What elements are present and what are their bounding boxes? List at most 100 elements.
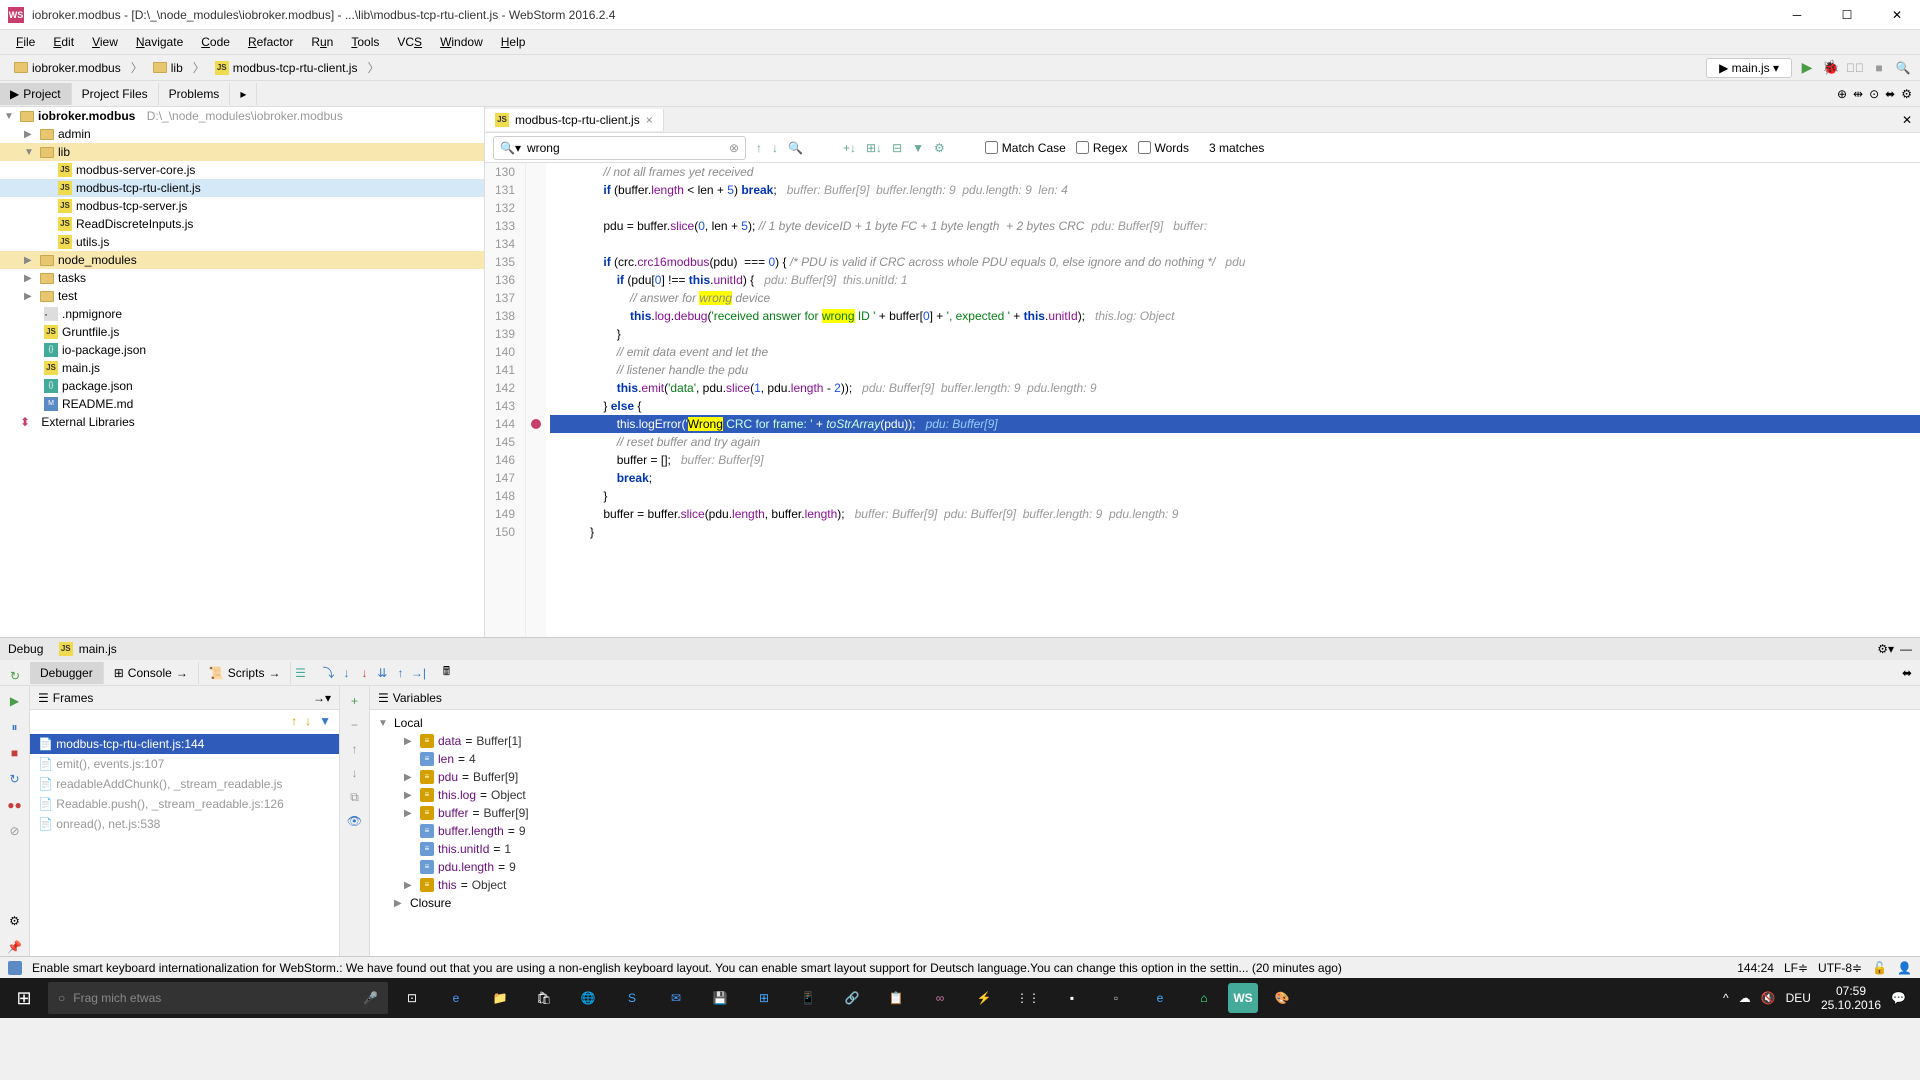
close-button[interactable]: ✕ (1882, 8, 1912, 22)
close-tab-icon[interactable]: × (646, 113, 653, 127)
evaluate-icon[interactable]: 🖩 (437, 664, 455, 682)
step-into-my-icon[interactable]: ↓ (355, 664, 373, 682)
variable-item[interactable]: ≡ buffer.length = 9 (374, 822, 1916, 840)
app-icon[interactable]: ⌂ (1184, 980, 1224, 1016)
menu-navigate[interactable]: Navigate (128, 33, 191, 51)
skype-icon[interactable]: S (612, 980, 652, 1016)
select-all-icon[interactable]: ⊞↓ (866, 141, 882, 155)
project-tree[interactable]: ▼iobroker.modbus D:\_\node_modules\iobro… (0, 107, 485, 637)
stop2-button[interactable]: ■ (1870, 59, 1888, 77)
add-selection-icon[interactable]: +↓ (843, 141, 856, 155)
next-match-icon[interactable]: ↓ (772, 141, 778, 155)
app-icon[interactable]: ▫ (1096, 980, 1136, 1016)
chrome-icon[interactable]: 🌐 (568, 980, 608, 1016)
gear-icon[interactable]: ⚙ (6, 912, 24, 930)
frame-item[interactable]: 📄 onread(), net.js:538 (30, 814, 339, 834)
edge-icon[interactable]: e (436, 980, 476, 1016)
locate-icon[interactable]: ⊙ (1869, 87, 1879, 101)
variable-item[interactable]: ≡ pdu.length = 9 (374, 858, 1916, 876)
app-icon[interactable]: ⊞ (744, 980, 784, 1016)
store-icon[interactable]: 🛍 (524, 980, 564, 1016)
info-icon[interactable] (8, 961, 22, 975)
regex-check[interactable]: Regex (1076, 141, 1128, 155)
vs-icon[interactable]: ∞ (920, 980, 960, 1016)
debug-button[interactable]: 🐞 (1822, 59, 1840, 77)
onedrive-icon[interactable]: ☁ (1739, 991, 1751, 1005)
stop-icon[interactable]: ■ (6, 744, 24, 762)
mute-bp-icon[interactable]: ⊘ (6, 822, 24, 840)
line-ending[interactable]: LF≑ (1784, 961, 1808, 975)
terminal-icon[interactable]: ▪ (1052, 980, 1092, 1016)
breadcrumb-lib[interactable]: lib (147, 59, 189, 77)
frame-item[interactable]: 📄 Readable.push(), _stream_readable.js:1… (30, 794, 339, 814)
search-input[interactable] (525, 139, 725, 157)
file-item[interactable]: JSutils.js (0, 233, 484, 251)
settings-icon[interactable]: ⇹ (1853, 87, 1863, 101)
file-item[interactable]: JSmain.js (0, 359, 484, 377)
step-over-icon[interactable]: ⤵ (319, 664, 337, 682)
outlook-icon[interactable]: ✉ (656, 980, 696, 1016)
reload-icon[interactable]: ↻ (6, 770, 24, 788)
task-view-icon[interactable]: ⊡ (392, 980, 432, 1016)
variable-item[interactable]: ▶≡ pdu = Buffer[9] (374, 768, 1916, 786)
menu-file[interactable]: File (8, 33, 43, 51)
toggle-icon[interactable]: ⊟ (892, 141, 902, 155)
minimize-button[interactable]: ─ (1782, 8, 1812, 22)
lang-indicator[interactable]: DEU (1786, 991, 1811, 1005)
encoding[interactable]: UTF-8≑ (1818, 961, 1862, 975)
tab-scripts[interactable]: 📜 Scripts → (199, 662, 292, 684)
menu-tools[interactable]: Tools (343, 33, 387, 51)
frames-icon[interactable]: ☰ (291, 664, 309, 682)
menu-run[interactable]: Run (303, 33, 341, 51)
save-icon[interactable]: 💾 (700, 980, 740, 1016)
frame-item[interactable]: 📄 readableAddChunk(), _stream_readable.j… (30, 774, 339, 794)
tab-problems[interactable]: Problems (159, 83, 231, 105)
menu-refactor[interactable]: Refactor (240, 33, 301, 51)
variable-item[interactable]: ▶≡ this = Object (374, 876, 1916, 894)
lock-icon[interactable]: 🔓 (1872, 961, 1887, 975)
hide-icon[interactable]: ⬌ (1885, 87, 1895, 101)
variable-item[interactable]: ▶≡ data = Buffer[1] (374, 732, 1916, 750)
clear-icon[interactable]: ⊗ (729, 141, 739, 155)
explorer-icon[interactable]: 📁 (480, 980, 520, 1016)
breadcrumb-root[interactable]: iobroker.modbus (8, 59, 127, 77)
rerun-icon[interactable]: ↻ (6, 667, 24, 685)
add-watch-icon[interactable]: + (346, 692, 364, 710)
copy-icon[interactable]: ⧉ (346, 788, 364, 806)
app-icon[interactable]: 📋 (876, 980, 916, 1016)
menu-view[interactable]: View (84, 33, 126, 51)
frame-item[interactable]: 📄 modbus-tcp-rtu-client.js:144 (30, 734, 339, 754)
filter-icon[interactable]: ▼ (319, 714, 331, 730)
file-item[interactable]: JSGruntfile.js (0, 323, 484, 341)
file-item[interactable]: ·.npmignore (0, 305, 484, 323)
app-icon[interactable]: ⋮⋮ (1008, 980, 1048, 1016)
file-item[interactable]: {}io-package.json (0, 341, 484, 359)
words-check[interactable]: Words (1138, 141, 1189, 155)
tab-project-files[interactable]: Project Files (72, 83, 159, 105)
variable-item[interactable]: ≡ len = 4 (374, 750, 1916, 768)
force-step-icon[interactable]: ⇊ (373, 664, 391, 682)
filter-icon[interactable]: ▼ (912, 141, 924, 155)
file-item[interactable]: JSmodbus-tcp-rtu-client.js (0, 179, 484, 197)
close-search-icon[interactable]: ✕ (1894, 113, 1920, 127)
run-button[interactable]: ▶ (1798, 59, 1816, 77)
pause-icon[interactable]: ⏸ (6, 718, 24, 736)
editor-tab[interactable]: JSmodbus-tcp-rtu-client.js× (485, 109, 664, 131)
gear-icon[interactable]: ⚙▾ (1877, 642, 1894, 656)
inspections-icon[interactable]: 👤 (1897, 961, 1912, 975)
menu-window[interactable]: Window (432, 33, 491, 51)
down-icon[interactable]: ↓ (346, 764, 364, 782)
tab-console[interactable]: ⊞ Console → (104, 662, 199, 684)
tab-more[interactable]: ▸ (230, 83, 257, 105)
menu-help[interactable]: Help (493, 33, 534, 51)
paint-icon[interactable]: 🎨 (1262, 980, 1302, 1016)
prev-match-icon[interactable]: ↑ (756, 141, 762, 155)
frame-down-icon[interactable]: ↓ (305, 714, 311, 730)
maximize-button[interactable]: ☐ (1832, 8, 1862, 22)
app-icon[interactable]: ⚡ (964, 980, 1004, 1016)
code-editor[interactable]: 1301311321331341351361371381391401411421… (485, 163, 1920, 637)
remove-watch-icon[interactable]: − (346, 716, 364, 734)
minimize-panel-icon[interactable]: — (1900, 642, 1912, 656)
step-out-icon[interactable]: ↑ (391, 664, 409, 682)
menu-vcs[interactable]: VCS (389, 33, 430, 51)
